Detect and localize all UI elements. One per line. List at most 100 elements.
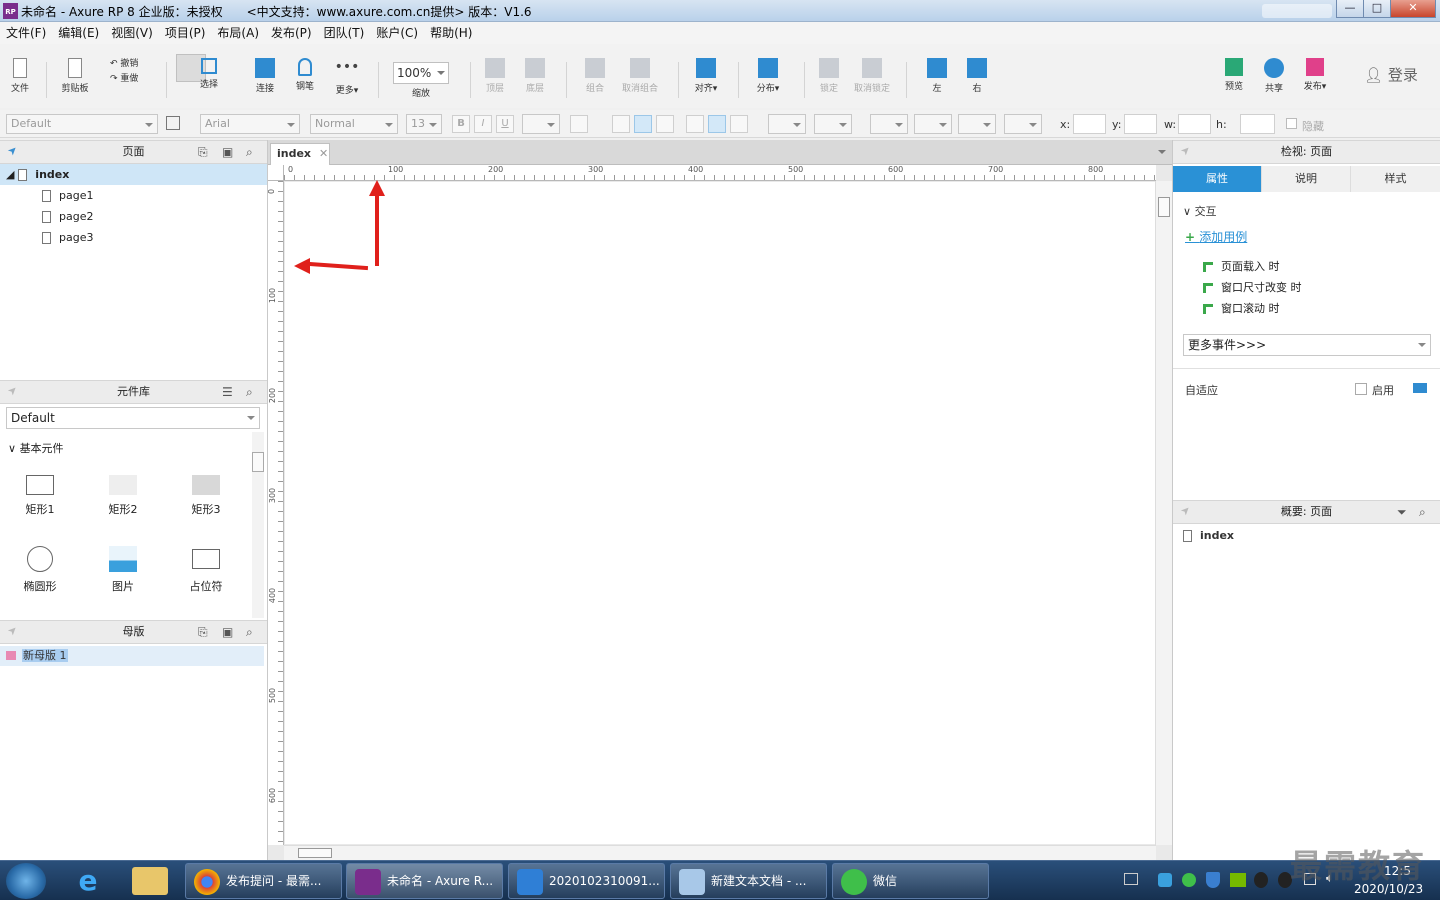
event-window-resize[interactable]: 窗口尺寸改变 时: [1203, 279, 1302, 295]
widget-ellipse[interactable]: 椭圆形: [5, 546, 75, 594]
page-item-page1[interactable]: page1: [0, 185, 267, 206]
widget-rect3[interactable]: 矩形3: [171, 475, 241, 517]
maximize-button[interactable]: □: [1363, 0, 1391, 18]
valign-bottom-button[interactable]: [730, 115, 748, 133]
style-select[interactable]: Default: [6, 114, 158, 134]
event-page-load[interactable]: 页面载入 时: [1203, 258, 1280, 274]
menu-help[interactable]: 帮助(H): [424, 22, 478, 44]
more-events-select[interactable]: 更多事件>>>: [1183, 334, 1431, 356]
x-input[interactable]: [1073, 114, 1106, 134]
menu-team[interactable]: 团队(T): [318, 22, 371, 44]
align-text-right-button[interactable]: [656, 115, 674, 133]
tab-notes[interactable]: 说明: [1262, 166, 1351, 192]
add-case-link[interactable]: + 添加用例: [1185, 228, 1247, 245]
search-icon[interactable]: ⌕: [246, 145, 253, 160]
file-button[interactable]: 文件: [8, 58, 32, 94]
menu-layout[interactable]: 布局(A): [211, 22, 265, 44]
search-icon[interactable]: ⌕: [246, 385, 253, 400]
align-right-panel-button[interactable]: 右: [966, 58, 988, 94]
add-folder-icon[interactable]: ▣: [222, 625, 233, 639]
interaction-section[interactable]: ∨ 交互: [1183, 203, 1217, 219]
menu-edit[interactable]: 编辑(E): [52, 22, 105, 44]
qq-icon[interactable]: [1254, 872, 1268, 888]
distribute-button[interactable]: 分布▾: [754, 58, 782, 94]
style-edit-icon[interactable]: [166, 116, 180, 130]
taskbar-item-axure[interactable]: 未命名 - Axure R...: [346, 863, 503, 899]
align-left-panel-button[interactable]: 左: [926, 58, 948, 94]
zoom-select[interactable]: 100%: [393, 62, 449, 84]
bring-top-button[interactable]: 顶层: [484, 58, 506, 94]
shadow-select[interactable]: [814, 114, 852, 134]
menu-publish[interactable]: 发布(P): [265, 22, 318, 44]
more-button[interactable]: ••• 更多▾: [332, 60, 362, 96]
close-tab-icon[interactable]: ✕: [319, 147, 328, 160]
valign-middle-button[interactable]: [708, 115, 726, 133]
start-button[interactable]: [6, 863, 46, 899]
search-icon[interactable]: ⌕: [246, 625, 253, 640]
outline-item-index[interactable]: index: [1183, 529, 1234, 542]
h-input[interactable]: [1240, 114, 1275, 134]
font-color-select[interactable]: [522, 114, 560, 134]
preview-button[interactable]: 预览: [1222, 58, 1246, 92]
widget-image[interactable]: 图片: [88, 546, 158, 594]
widget-placeholder[interactable]: 占位符: [171, 546, 241, 594]
menu-file[interactable]: 文件(F): [0, 22, 52, 44]
library-select[interactable]: Default: [6, 407, 260, 429]
align-button[interactable]: 对齐▾: [692, 58, 720, 94]
lock-button[interactable]: 锁定: [818, 58, 840, 94]
keyboard-icon[interactable]: [1124, 873, 1138, 885]
canvas-horizontal-scrollbar[interactable]: [284, 845, 1156, 860]
publish-button[interactable]: 发布▾: [1300, 58, 1330, 92]
line-style-select[interactable]: [958, 114, 996, 134]
add-page-icon[interactable]: ⎘: [198, 145, 208, 160]
taskbar-item-notepad[interactable]: 新建文本文档 - ...: [670, 863, 827, 899]
nvidia-icon[interactable]: [1230, 873, 1246, 887]
library-scrollbar[interactable]: [252, 432, 264, 618]
fill-color-select[interactable]: [768, 114, 806, 134]
page-tree-root[interactable]: ◢ index: [0, 164, 267, 185]
tab-index[interactable]: index ✕: [270, 143, 330, 165]
canvas-vertical-scrollbar[interactable]: [1155, 181, 1172, 845]
hide-checkbox[interactable]: [1286, 118, 1297, 129]
add-folder-icon[interactable]: ▣: [222, 145, 233, 159]
underline-button[interactable]: U: [496, 115, 514, 133]
taskbar-item-chrome[interactable]: 发布提问 - 最需...: [185, 863, 342, 899]
select-button[interactable]: 选择: [198, 58, 220, 90]
category-basic[interactable]: ∨ 基本元件: [8, 440, 64, 456]
scroll-thumb[interactable]: [1158, 197, 1170, 217]
undo-button[interactable]: ↶ 撤销: [110, 56, 138, 69]
menu-icon[interactable]: ☰: [222, 385, 233, 399]
font-select[interactable]: Arial: [200, 114, 300, 134]
menu-project[interactable]: 项目(P): [159, 22, 212, 44]
menu-view[interactable]: 视图(V): [105, 22, 159, 44]
event-window-scroll[interactable]: 窗口滚动 时: [1203, 300, 1280, 316]
master-item[interactable]: 新母版 1: [0, 646, 264, 666]
scroll-thumb[interactable]: [298, 848, 332, 858]
tab-style[interactable]: 样式: [1351, 166, 1440, 192]
folder-icon[interactable]: [132, 867, 168, 895]
minimize-button[interactable]: —: [1336, 0, 1364, 18]
widget-rect2[interactable]: 矩形2: [88, 475, 158, 517]
font-size-select[interactable]: 13: [406, 114, 442, 134]
w-input[interactable]: [1178, 114, 1211, 134]
menu-account[interactable]: 账户(C): [370, 22, 424, 44]
taskbar-item-video[interactable]: 2020102310091...: [508, 863, 665, 899]
line-color-select[interactable]: [870, 114, 908, 134]
login-button[interactable]: 👤︎ 登录: [1364, 64, 1418, 85]
tab-properties[interactable]: 属性: [1173, 166, 1262, 192]
pen-button[interactable]: 钢笔: [294, 58, 316, 92]
shield-icon[interactable]: [1206, 872, 1220, 888]
close-button[interactable]: ✕: [1390, 0, 1436, 18]
y-input[interactable]: [1124, 114, 1157, 134]
valign-top-button[interactable]: [686, 115, 704, 133]
search-icon[interactable]: ⌕: [1419, 505, 1426, 520]
adaptive-settings-icon[interactable]: [1413, 383, 1427, 393]
clipboard-button[interactable]: 剪贴板: [58, 58, 92, 94]
bold-button[interactable]: B: [452, 115, 470, 133]
line-width-select[interactable]: [914, 114, 952, 134]
send-bottom-button[interactable]: 底层: [524, 58, 546, 94]
unlock-button[interactable]: 取消锁定: [854, 58, 890, 94]
redo-button[interactable]: ↷ 重做: [110, 71, 138, 84]
arrow-style-select[interactable]: [1004, 114, 1042, 134]
page-item-page2[interactable]: page2: [0, 206, 267, 227]
